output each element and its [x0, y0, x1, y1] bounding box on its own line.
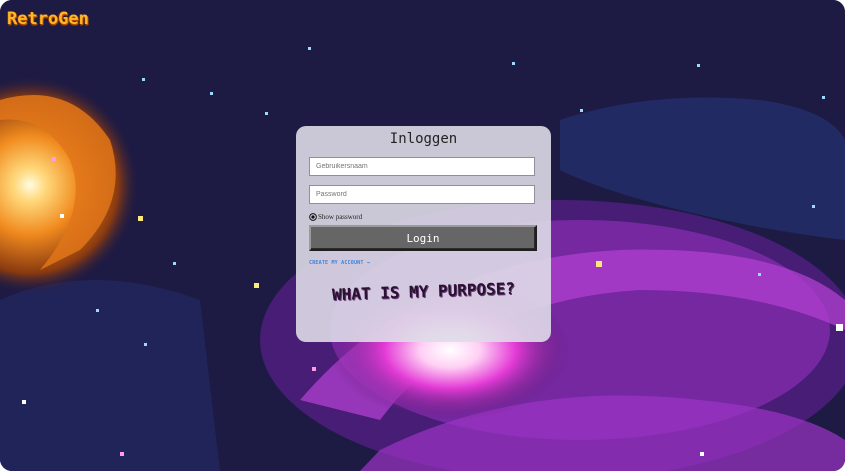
- purpose-tagline: WHAT IS MY PURPOSE?: [331, 278, 516, 305]
- username-input[interactable]: [309, 157, 535, 176]
- show-password-label: Show password: [318, 213, 363, 221]
- eye-icon: [309, 213, 317, 221]
- login-panel: Inloggen Show password Login CREATE MY A…: [296, 126, 551, 342]
- password-input[interactable]: [309, 185, 535, 204]
- brand-logo[interactable]: RetroGen: [7, 9, 89, 29]
- login-title: Inloggen: [389, 131, 458, 147]
- create-account-link[interactable]: CREATE MY ACCOUNT →: [309, 260, 370, 266]
- app-window: RetroGen Inloggen Show password Login CR…: [0, 0, 845, 471]
- login-button[interactable]: Login: [309, 225, 537, 251]
- show-password-toggle[interactable]: Show password: [309, 212, 362, 222]
